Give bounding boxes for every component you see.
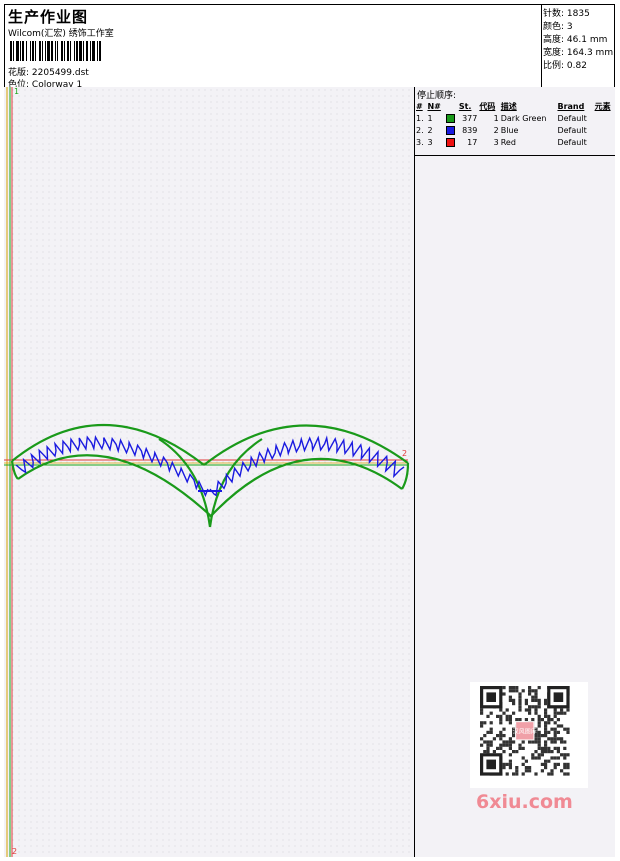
table-row: 2. 2 839 2 Blue Default [416, 125, 587, 135]
header-info: 生产作业图 Wilcom(汇宏) 绣饰工作室 花版: 2205499.dst 色… [4, 4, 542, 90]
design-canvas: 1 2 2 [4, 87, 415, 857]
start-marker: 1 [14, 87, 20, 96]
color-swatch [445, 137, 455, 147]
stat-stitches: 针数: 1835 [543, 9, 590, 19]
watermark-text: 6xiu.com [476, 791, 573, 813]
col-stitches: St. [458, 101, 472, 111]
stat-height: 高度: 46.1 mm [543, 35, 608, 45]
col-code: 代码 [479, 101, 496, 111]
page-title: 生产作业图 [8, 8, 89, 26]
col-description: 描述 [500, 101, 517, 111]
stop-sequence-box: 停止顺序: # N# St. 代码 描述 Brand 元素 1. 1 377 1… [415, 87, 615, 156]
color-swatch [445, 113, 455, 123]
stat-scale: 比例: 0.82 [543, 61, 587, 71]
color-swatch [445, 125, 455, 135]
end-marker-bottom: 2 [12, 847, 18, 856]
table-header: # N# St. 代码 描述 Brand 元素 [415, 100, 615, 112]
stat-width: 宽度: 164.3 mm [543, 48, 614, 58]
company-name: Wilcom(汇宏) 绣饰工作室 [8, 29, 114, 39]
svg-text:汉风图库: 汉风图库 [513, 727, 537, 735]
table-row: 3. 3 17 3 Red Default [416, 137, 587, 147]
embroidery-design [4, 87, 410, 857]
col-needle: N# [427, 101, 441, 111]
stats-panel: 针数: 1835 颜色: 3 高度: 46.1 mm 宽度: 164.3 mm … [541, 4, 615, 88]
col-element: 元素 [594, 101, 611, 111]
blue-zigzag [15, 434, 405, 498]
stop-sequence-table: # N# St. 代码 描述 Brand 元素 1. 1 377 1 Dark … [415, 100, 615, 148]
table-row: 1. 1 377 1 Dark Green Default [416, 113, 587, 123]
end-marker-right: 2 [402, 449, 408, 458]
col-brand: Brand [557, 101, 585, 111]
col-index: # [416, 101, 423, 111]
stat-colors: 颜色: 3 [543, 22, 573, 32]
barcode [10, 41, 101, 61]
